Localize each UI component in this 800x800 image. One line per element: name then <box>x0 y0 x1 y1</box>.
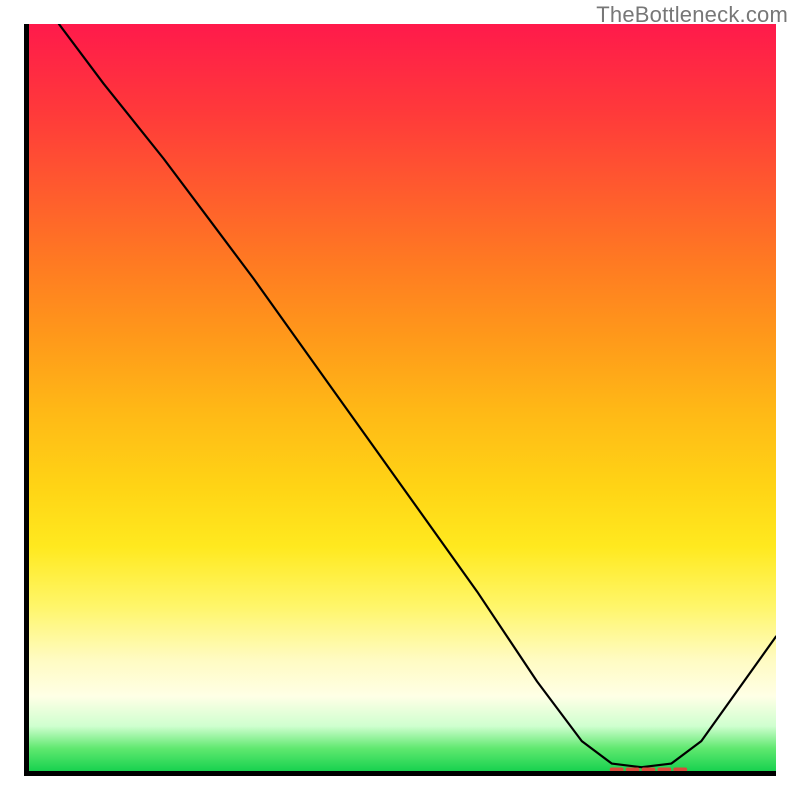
chart-svg <box>29 24 776 771</box>
plot-area <box>24 24 776 776</box>
chart-container: TheBottleneck.com <box>0 0 800 800</box>
bottleneck-curve <box>59 24 776 767</box>
